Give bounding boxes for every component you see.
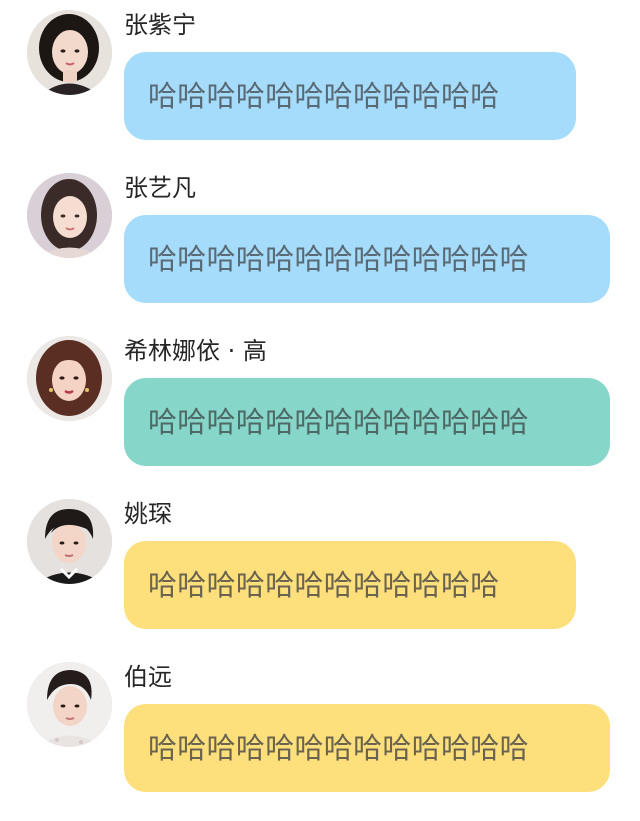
- chat-message: 希林娜依 · 高 哈哈哈哈哈哈哈哈哈哈哈哈哈: [0, 326, 640, 486]
- message-bubble[interactable]: 哈哈哈哈哈哈哈哈哈哈哈哈: [124, 52, 576, 140]
- message-bubble[interactable]: 哈哈哈哈哈哈哈哈哈哈哈哈哈: [124, 215, 610, 303]
- sender-name: 张紫宁: [124, 11, 196, 39]
- chat-message: 伯远 哈哈哈哈哈哈哈哈哈哈哈哈哈: [0, 652, 640, 812]
- message-bubble[interactable]: 哈哈哈哈哈哈哈哈哈哈哈哈哈: [124, 704, 610, 792]
- avatar-woman-dark-hair-icon[interactable]: [27, 10, 112, 95]
- chat-message: 姚琛 哈哈哈哈哈哈哈哈哈哈哈哈: [0, 489, 640, 649]
- sender-name: 张艺凡: [124, 174, 196, 202]
- sender-name: 希林娜依 · 高: [124, 337, 267, 365]
- chat-message: 张紫宁 哈哈哈哈哈哈哈哈哈哈哈哈: [0, 0, 640, 160]
- message-bubble[interactable]: 哈哈哈哈哈哈哈哈哈哈哈哈: [124, 541, 576, 629]
- avatar-woman-long-hair-icon[interactable]: [27, 173, 112, 258]
- avatar-man-dark-hair-icon[interactable]: [27, 499, 112, 584]
- chat-list: 张紫宁 哈哈哈哈哈哈哈哈哈哈哈哈 张艺凡 哈哈哈哈哈哈哈哈哈哈哈哈哈 希林娜依 …: [0, 0, 640, 821]
- avatar-man-short-hair-icon[interactable]: [27, 662, 112, 747]
- sender-name: 姚琛: [124, 500, 172, 528]
- message-bubble[interactable]: 哈哈哈哈哈哈哈哈哈哈哈哈哈: [124, 378, 610, 466]
- chat-message: 张艺凡 哈哈哈哈哈哈哈哈哈哈哈哈哈: [0, 163, 640, 323]
- sender-name: 伯远: [124, 663, 172, 691]
- avatar-woman-auburn-hair-icon[interactable]: [27, 336, 112, 421]
